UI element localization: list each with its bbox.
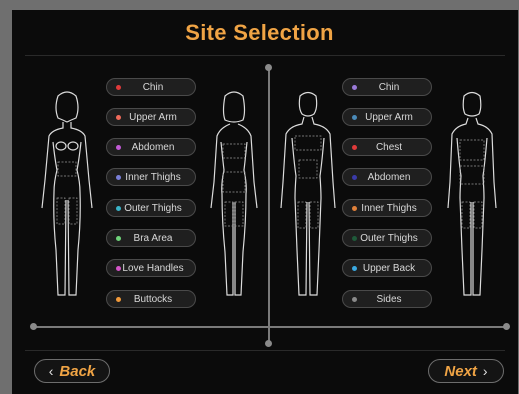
male-front-figure bbox=[280, 91, 336, 296]
female-site-inner-thighs[interactable]: Inner Thighs bbox=[106, 168, 196, 186]
back-button[interactable]: ‹ Back bbox=[34, 359, 110, 383]
divider-dot-top bbox=[265, 64, 272, 71]
chevron-right-icon: › bbox=[482, 363, 488, 379]
divider-dot-left bbox=[30, 323, 37, 330]
male-back-figure bbox=[447, 91, 497, 296]
site-label: Inner Thighs bbox=[125, 171, 181, 183]
site-label: Love Handles bbox=[122, 262, 184, 274]
female-site-abdomen[interactable]: Abdomen bbox=[106, 138, 196, 156]
site-label: Abdomen bbox=[131, 141, 175, 153]
chevron-left-icon: ‹ bbox=[48, 363, 54, 379]
site-label: Abdomen bbox=[367, 171, 411, 183]
site-label: Outer Thighs bbox=[360, 232, 418, 244]
male-site-chest[interactable]: Chest bbox=[342, 138, 432, 156]
male-site-sides[interactable]: Sides bbox=[342, 290, 432, 308]
female-site-chin[interactable]: Chin bbox=[106, 78, 196, 96]
site-label: Upper Arm bbox=[129, 111, 177, 123]
female-back-figure bbox=[210, 91, 258, 296]
site-label: Bra Area bbox=[133, 232, 173, 244]
footer-divider bbox=[25, 350, 505, 351]
site-label: Upper Arm bbox=[365, 111, 413, 123]
next-button[interactable]: Next › bbox=[428, 359, 504, 383]
male-site-upper-back[interactable]: Upper Back bbox=[342, 259, 432, 277]
site-label: Chest bbox=[375, 141, 403, 153]
site-label: Chin bbox=[378, 81, 400, 93]
female-site-love-handles[interactable]: Love Handles bbox=[106, 259, 196, 277]
site-label: Outer Thighs bbox=[124, 202, 182, 214]
next-label: Next bbox=[444, 362, 477, 380]
male-site-abdomen[interactable]: Abdomen bbox=[342, 168, 432, 186]
back-label: Back bbox=[59, 362, 96, 380]
female-site-upper-arm[interactable]: Upper Arm bbox=[106, 108, 196, 126]
female-site-outer-thighs[interactable]: Outer Thighs bbox=[106, 199, 196, 217]
site-label: Sides bbox=[376, 293, 402, 305]
divider-dot-bottom bbox=[265, 340, 272, 347]
female-front-figure bbox=[41, 91, 93, 296]
male-site-inner-thighs[interactable]: Inner Thighs bbox=[342, 199, 432, 217]
site-label: Buttocks bbox=[133, 293, 173, 305]
female-site-buttocks[interactable]: Buttocks bbox=[106, 290, 196, 308]
site-label: Upper Back bbox=[362, 262, 416, 274]
title-divider bbox=[25, 55, 505, 56]
site-label: Inner Thighs bbox=[361, 202, 417, 214]
horizontal-divider bbox=[33, 326, 507, 328]
male-site-outer-thighs[interactable]: Outer Thighs bbox=[342, 229, 432, 247]
page-title: Site Selection bbox=[185, 20, 334, 45]
male-site-chin[interactable]: Chin bbox=[342, 78, 432, 96]
divider-dot-right bbox=[503, 323, 510, 330]
vertical-divider bbox=[268, 66, 270, 344]
site-label: Chin bbox=[142, 81, 164, 93]
female-site-bra-area[interactable]: Bra Area bbox=[106, 229, 196, 247]
male-site-upper-arm[interactable]: Upper Arm bbox=[342, 108, 432, 126]
